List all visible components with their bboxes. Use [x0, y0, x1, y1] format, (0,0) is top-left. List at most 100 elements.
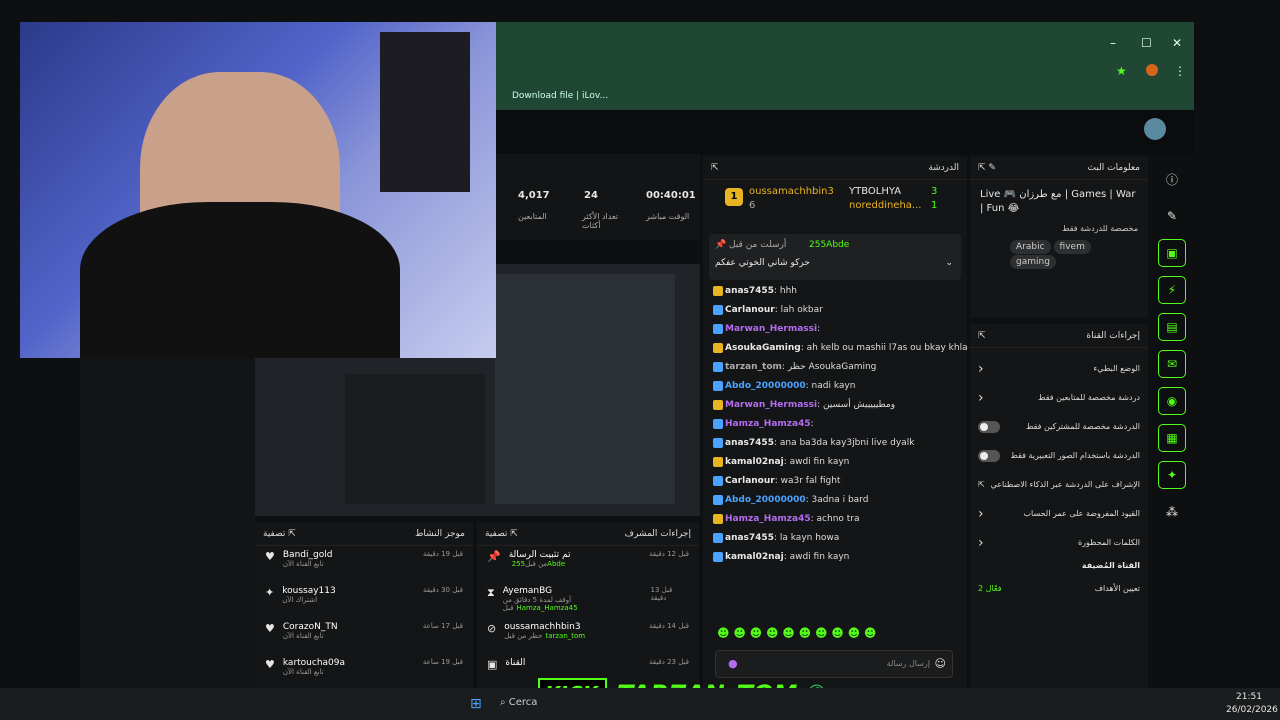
tag-list: Arabic fivemgaming: [970, 233, 1148, 269]
chat-username[interactable]: Hamza_Hamza45: [725, 514, 811, 524]
chat-username[interactable]: kamal02naj: [725, 552, 784, 562]
popout-icon[interactable]: ⇱: [711, 163, 719, 173]
pin-icon: 📌: [715, 240, 727, 250]
chevron-down-icon[interactable]: ⌄: [945, 258, 953, 268]
external-link-icon[interactable]: ⇱: [978, 480, 985, 489]
chat-message: Marwan_Hermassi: ومطيييييش أسسين: [703, 396, 967, 415]
channel-action-row[interactable]: ⇱ الإشراف على الدردشة عبر الذكاء الاصطناع…: [970, 470, 1148, 499]
avatar[interactable]: [1144, 118, 1166, 140]
filter-button[interactable]: تصفية ⇱: [485, 529, 518, 539]
pinned-user[interactable]: 255Abde: [809, 240, 849, 250]
menu-icon[interactable]: ⋮: [1174, 64, 1186, 78]
emote-bar[interactable]: ☻ ☻ ☻ ☻ ☻ ☻ ☻ ☻ ☻ ☻: [717, 626, 876, 640]
windows-start-icon[interactable]: ⊞: [470, 696, 482, 712]
feed-name[interactable]: Bandi_gold: [283, 550, 333, 560]
feed-icon: ♥: [265, 658, 275, 671]
chat-username[interactable]: tarzan_tom: [725, 362, 782, 372]
goals-label: تعيين الأهداف: [1094, 584, 1140, 593]
chevron-icon[interactable]: ›: [978, 535, 984, 551]
stream-info-panel: ⇱ ✎ معلومات البث Live 🎮 مع طرزان | Games …: [970, 156, 1148, 318]
chat-username[interactable]: Abdo_20000000: [725, 495, 806, 505]
chat-username[interactable]: AsoukaGaming: [725, 343, 801, 353]
channel-action-row[interactable]: › الكلمات المحظورة: [970, 528, 1148, 557]
top-chatter-name[interactable]: noreddineha...: [849, 200, 921, 211]
minimize-button[interactable]: –: [1110, 36, 1116, 50]
bolt-icon[interactable]: ⚡: [1158, 276, 1186, 304]
feed-item: ⊘ oussamachhbin3 حظر من قبل tarzan_tom قبل 1…: [477, 618, 699, 654]
chat-username[interactable]: anas7455: [725, 533, 774, 543]
feed-time: قبل 12 دقيقة: [648, 550, 689, 558]
channel-actions-panel: ⇱ إجراءات القناة › الوضع البطيء › دردشة مخصص…: [970, 324, 1148, 688]
chat-messages: anas7455: hhh Carlanour: lah okbar Marwan_…: [703, 282, 967, 602]
tag-chip[interactable]: gaming: [1010, 255, 1056, 269]
pinned-message[interactable]: 📌 أرسلت من قبل 255Abde حركو شاني الخوتي …: [709, 234, 961, 280]
feed-name[interactable]: kartoucha09a: [283, 658, 345, 668]
toggle-switch[interactable]: [978, 420, 1000, 433]
chat-username[interactable]: kamal02naj: [725, 457, 784, 467]
chat-input[interactable]: إرسال رسالة ☺ ●: [715, 650, 953, 678]
document-icon[interactable]: ▤: [1158, 313, 1186, 341]
bookmark-star-icon[interactable]: ★: [1116, 64, 1127, 78]
feed-name[interactable]: تم تثبيت الرسالة: [509, 550, 571, 560]
chat-icon[interactable]: ✉: [1158, 350, 1186, 378]
tag-chip[interactable]: Arabic: [1010, 240, 1051, 254]
chat-username[interactable]: Abdo_20000000: [725, 381, 806, 391]
wrench-icon[interactable]: ✦: [1158, 461, 1186, 489]
mod-title: إجراءات المشرف: [624, 528, 691, 539]
feed-name[interactable]: CorazoN_TN: [283, 622, 338, 632]
chat-message: anas7455: ana ba3da kay3jbni live dyalk: [703, 434, 967, 453]
apps-icon[interactable]: ⁂: [1158, 498, 1186, 526]
emoji-icon[interactable]: ☺: [935, 657, 946, 670]
chat-username[interactable]: anas7455: [725, 286, 774, 296]
broadcast-icon[interactable]: ◉: [1158, 387, 1186, 415]
user-badge-icon: [713, 494, 723, 505]
bookmark-item[interactable]: Download file | iLov...: [512, 91, 608, 101]
top-chatter-name[interactable]: oussamachhbin3: [749, 186, 834, 197]
maximize-button[interactable]: ☐: [1141, 36, 1152, 50]
mic-icon[interactable]: ●: [728, 657, 738, 670]
chat-username[interactable]: Carlanour: [725, 305, 775, 315]
chevron-icon[interactable]: ›: [978, 506, 984, 522]
mod-actions-panel: تصفية ⇱ إجراءات المشرف 📌 تم تثبيت الرسالة م…: [477, 522, 699, 688]
chat-username[interactable]: anas7455: [725, 438, 774, 448]
action-label: الكلمات المحظورة: [1077, 538, 1140, 547]
channel-action-row[interactable]: الدردشة مخصصة للمشتركين فقط: [970, 412, 1148, 441]
profile-icon[interactable]: [1146, 64, 1158, 76]
taskbar-search[interactable]: ⌕ Cerca: [500, 697, 537, 708]
feed-name[interactable]: AyemanBG: [503, 586, 643, 596]
chat-username[interactable]: Hamza_Hamza45: [725, 419, 811, 429]
channel-action-row[interactable]: › دردشة مخصصة للمتابعين فقط: [970, 383, 1148, 412]
feed-actor[interactable]: tarzan_tom: [545, 632, 585, 640]
chat-username[interactable]: Marwan_Hermassi: [725, 324, 817, 334]
layout-icon[interactable]: ▦: [1158, 424, 1186, 452]
close-button[interactable]: ✕: [1172, 36, 1182, 50]
chat-username[interactable]: Marwan_Hermassi: [725, 400, 817, 410]
top-chatter-count: 1: [931, 200, 938, 211]
feed-time: قبل 23 دقيقة: [648, 658, 689, 666]
tag-chip[interactable]: fivem: [1053, 240, 1091, 254]
channel-action-row[interactable]: › الوضع البطيء: [970, 354, 1148, 383]
edit-icon[interactable]: ✎: [1158, 202, 1186, 230]
toggle-switch[interactable]: [978, 449, 1000, 462]
feed-name[interactable]: koussay113: [282, 586, 336, 596]
capture-icon[interactable]: ▣: [1158, 239, 1186, 267]
chevron-icon[interactable]: ›: [978, 361, 984, 377]
goals-row[interactable]: فعّال 2 تعيين الأهداف: [970, 574, 1148, 603]
chat-panel: ⇱ الدردشة 1 oussamachhbin3 6 YTBOLHYA 3 n…: [703, 156, 967, 688]
popout-icon[interactable]: ⇱ ✎: [978, 163, 996, 173]
user-badge-icon: [713, 475, 723, 486]
popout-icon[interactable]: ⇱: [978, 331, 986, 341]
feed-name[interactable]: oussamachhbin3: [504, 622, 585, 632]
chat-username[interactable]: Carlanour: [725, 476, 775, 486]
chevron-icon[interactable]: ›: [978, 390, 984, 406]
feed-name[interactable]: القناة: [505, 658, 525, 668]
channel-action-row[interactable]: › القيود المفروضة على عمر الحساب: [970, 499, 1148, 528]
top-chatter-name[interactable]: YTBOLHYA: [849, 186, 901, 197]
feed-sub: تابع القناة الآن: [282, 560, 324, 568]
info-icon[interactable]: ⓘ: [1158, 165, 1186, 193]
feed-icon: ✦: [265, 586, 275, 599]
filter-button[interactable]: تصفية ⇱: [263, 529, 296, 539]
feed-actor[interactable]: Hamza_Hamza45: [517, 604, 578, 612]
feed-item: 📌 تم تثبيت الرسالة من قبل255Abde قبل 12 دقي…: [477, 546, 699, 582]
channel-action-row[interactable]: الدردشة باستخدام الصور التعبيرية فقط: [970, 441, 1148, 470]
